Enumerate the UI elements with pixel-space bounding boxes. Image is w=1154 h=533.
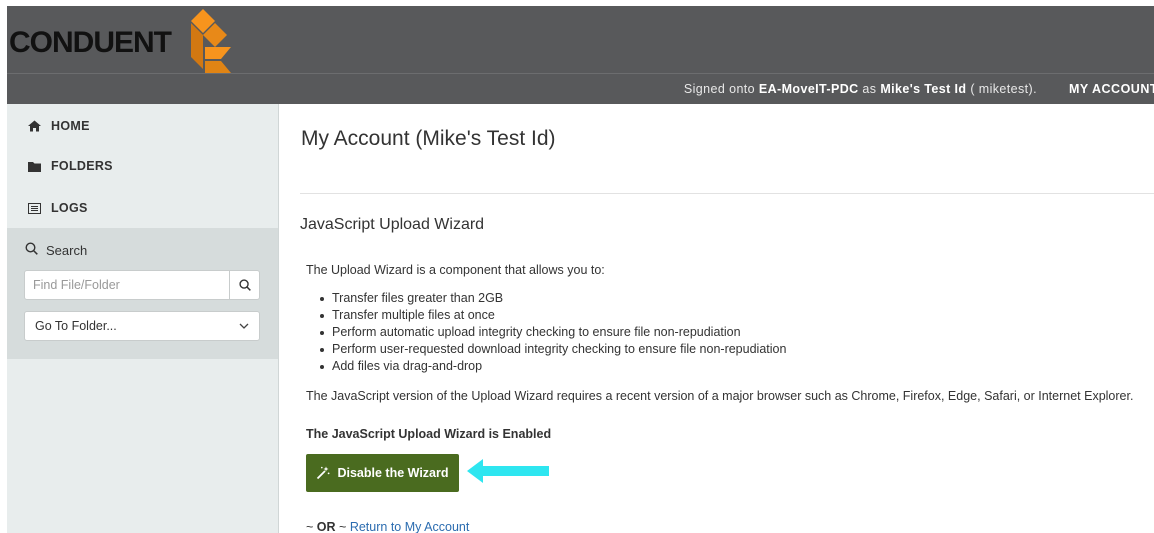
chevron-down-icon <box>239 323 249 329</box>
go-to-folder-label: Go To Folder... <box>35 319 117 333</box>
sidebar-item-label: LOGS <box>51 201 88 215</box>
as-word: as <box>862 82 877 96</box>
conduent-logo[interactable]: CONDUENT <box>7 8 239 78</box>
list-item: Transfer files greater than 2GB <box>320 290 786 307</box>
or-prefix: ~ <box>306 520 314 533</box>
list-item: Add files via drag-and-drop <box>320 358 786 375</box>
divider <box>300 193 1154 194</box>
annotation-arrow-icon <box>467 459 549 483</box>
signed-on-text: Signed onto EA-MoveIT-PDC as Mike's Test… <box>684 82 1037 96</box>
session-bar: Signed onto EA-MoveIT-PDC as Mike's Test… <box>7 73 1154 104</box>
folder-icon <box>27 160 41 172</box>
search-icon <box>25 242 38 258</box>
signed-prefix: Signed onto <box>683 82 756 96</box>
sidebar-item-logs[interactable]: LOGS <box>27 201 88 215</box>
search-heading-label: Search <box>46 242 88 258</box>
app-header: CONDUENT Signed onto EA-MoveIT-PDC as Mi… <box>7 6 1154 104</box>
magic-wand-icon <box>316 466 330 480</box>
search-input[interactable] <box>25 271 229 299</box>
logs-icon <box>27 202 41 214</box>
search-icon <box>238 279 251 291</box>
username: ( miketest). <box>970 82 1037 96</box>
return-to-my-account-link[interactable]: Return to My Account <box>350 520 470 533</box>
logo-mark-icon <box>191 9 231 73</box>
search-panel: Search Go To Folder... <box>7 228 278 359</box>
sidebar-item-label: FOLDERS <box>51 159 113 173</box>
disable-wizard-label: Disable the Wizard <box>337 466 449 480</box>
sidebar: HOME FOLDERS LOGS Search Go To Folder... <box>7 104 279 533</box>
section-title: JavaScript Upload Wizard <box>300 216 485 233</box>
sidebar-item-home[interactable]: HOME <box>27 119 90 133</box>
page-title: My Account (Mike's Test Id) <box>301 127 556 150</box>
my-account-link[interactable]: MY ACCOUNT <box>1069 82 1154 96</box>
or-suffix: ~ <box>339 520 347 533</box>
return-line: ~ OR ~ Return to My Account <box>306 520 469 533</box>
main-content: My Account (Mike's Test Id) JavaScript U… <box>290 104 1154 533</box>
search-field <box>24 270 260 300</box>
go-to-folder-select[interactable]: Go To Folder... <box>24 311 260 341</box>
sidebar-item-folders[interactable]: FOLDERS <box>27 159 113 173</box>
user-display-name: Mike's Test Id <box>880 82 967 96</box>
logo-text: CONDUENT <box>9 26 172 59</box>
list-item: Transfer multiple files at once <box>320 307 786 324</box>
list-item: Perform automatic upload integrity check… <box>320 324 786 341</box>
server-name: EA-MoveIT-PDC <box>758 82 859 96</box>
header-top: CONDUENT <box>7 6 1154 73</box>
browser-requirement-text: The JavaScript version of the Upload Wiz… <box>306 389 1134 403</box>
search-button[interactable] <box>229 271 259 299</box>
list-item: Perform user-requested download integrit… <box>320 341 786 358</box>
wizard-status: The JavaScript Upload Wizard is Enabled <box>306 427 552 441</box>
disable-wizard-button[interactable]: Disable the Wizard <box>306 454 459 492</box>
or-word: OR <box>316 520 336 533</box>
sidebar-item-label: HOME <box>51 119 90 133</box>
search-heading: Search <box>25 242 87 258</box>
home-icon <box>27 120 41 132</box>
feature-list: Transfer files greater than 2GB Transfer… <box>320 290 786 375</box>
intro-text: The Upload Wizard is a component that al… <box>306 263 605 277</box>
